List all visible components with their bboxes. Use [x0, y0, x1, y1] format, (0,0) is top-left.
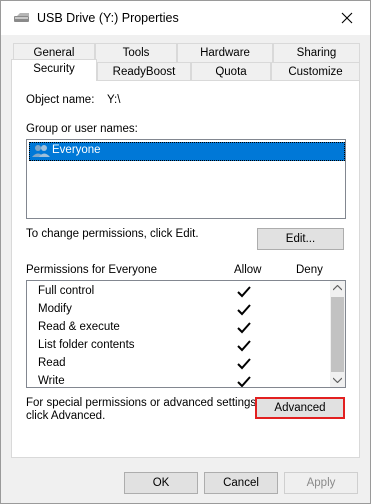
permission-row-full-control: Full control: [38, 282, 94, 300]
tab-label: Hardware: [200, 47, 250, 59]
special-permissions-hint: For special permissions or advanced sett…: [26, 397, 260, 409]
permissions-list[interactable]: Full control Modify Read & execute List …: [26, 280, 346, 388]
allow-check-icon: [237, 322, 251, 334]
list-item[interactable]: Everyone: [29, 142, 345, 161]
allow-check-icon: [237, 304, 251, 316]
tab-tools[interactable]: Tools: [95, 43, 177, 62]
tab-hardware[interactable]: Hardware: [177, 43, 273, 62]
close-button[interactable]: [324, 1, 370, 35]
edit-button-label: Edit...: [285, 233, 316, 245]
permissions-scrollbar[interactable]: [330, 281, 345, 387]
permission-name: Write: [38, 375, 65, 387]
permissions-for-label: Permissions for Everyone: [26, 264, 158, 276]
object-name-value: Y:\: [107, 94, 121, 106]
permission-name: Modify: [38, 303, 72, 315]
allow-check-icon: [237, 286, 251, 298]
scroll-up-icon[interactable]: [333, 285, 342, 291]
permission-row-list-folder: List folder contents: [38, 336, 135, 354]
permission-row-read-execute: Read & execute: [38, 318, 120, 336]
ok-label: OK: [152, 477, 170, 489]
permission-name: Read: [38, 357, 66, 369]
tab-label: Tools: [122, 47, 150, 59]
permission-row-modify: Modify: [38, 300, 72, 318]
close-icon: [341, 12, 353, 24]
tab-label: ReadyBoost: [112, 66, 176, 78]
permission-row-read: Read: [38, 354, 66, 372]
permission-name: List folder contents: [38, 339, 135, 351]
properties-dialog: USB Drive (Y:) Properties General Tools …: [0, 0, 371, 504]
allow-header: Allow: [234, 264, 262, 276]
deny-header: Deny: [296, 264, 323, 276]
special-permissions-hint-2: click Advanced.: [26, 410, 106, 422]
tab-label: General: [33, 47, 75, 59]
tab-quota[interactable]: Quota: [191, 62, 271, 81]
tab-label: Quota: [215, 66, 247, 78]
advanced-button-label: Advanced: [274, 402, 326, 414]
tab-sharing[interactable]: Sharing: [273, 43, 360, 62]
tab-readyboost[interactable]: ReadyBoost: [97, 62, 191, 81]
scrollbar-thumb[interactable]: [331, 297, 344, 372]
group-names-label: Group or user names:: [26, 123, 138, 135]
object-name-label: Object name:: [26, 94, 95, 106]
apply-button[interactable]: Apply: [284, 472, 358, 494]
edit-button[interactable]: Edit...: [257, 228, 344, 250]
user-name: Everyone: [52, 144, 101, 156]
user-list[interactable]: Everyone: [26, 139, 346, 219]
allow-check-icon: [237, 358, 251, 370]
apply-label: Apply: [306, 477, 336, 489]
change-permissions-hint: To change permissions, click Edit.: [26, 228, 199, 240]
usb-drive-icon: [14, 13, 29, 22]
permission-name: Full control: [38, 285, 95, 297]
window-title: USB Drive (Y:) Properties: [37, 11, 179, 25]
title-bar: USB Drive (Y:) Properties: [1, 1, 370, 35]
security-panel: Object name: Y:\ Group or user names: Ev…: [11, 80, 360, 458]
tab-label: Security: [33, 63, 75, 75]
users-group-icon: [32, 145, 50, 157]
tab-security[interactable]: Security: [11, 59, 97, 81]
allow-check-icon: [237, 376, 251, 387]
allow-check-icon: [237, 340, 251, 352]
permission-row-write: Write: [38, 372, 65, 387]
tab-label: Customize: [288, 66, 343, 78]
ok-button[interactable]: OK: [124, 472, 198, 494]
tab-customize[interactable]: Customize: [271, 62, 360, 81]
cancel-button[interactable]: Cancel: [204, 472, 278, 494]
scroll-down-icon[interactable]: [333, 377, 342, 383]
advanced-button[interactable]: Advanced: [255, 397, 345, 419]
permission-name: Read & execute: [38, 321, 120, 333]
cancel-label: Cancel: [223, 477, 259, 489]
tab-label: Sharing: [296, 47, 337, 59]
